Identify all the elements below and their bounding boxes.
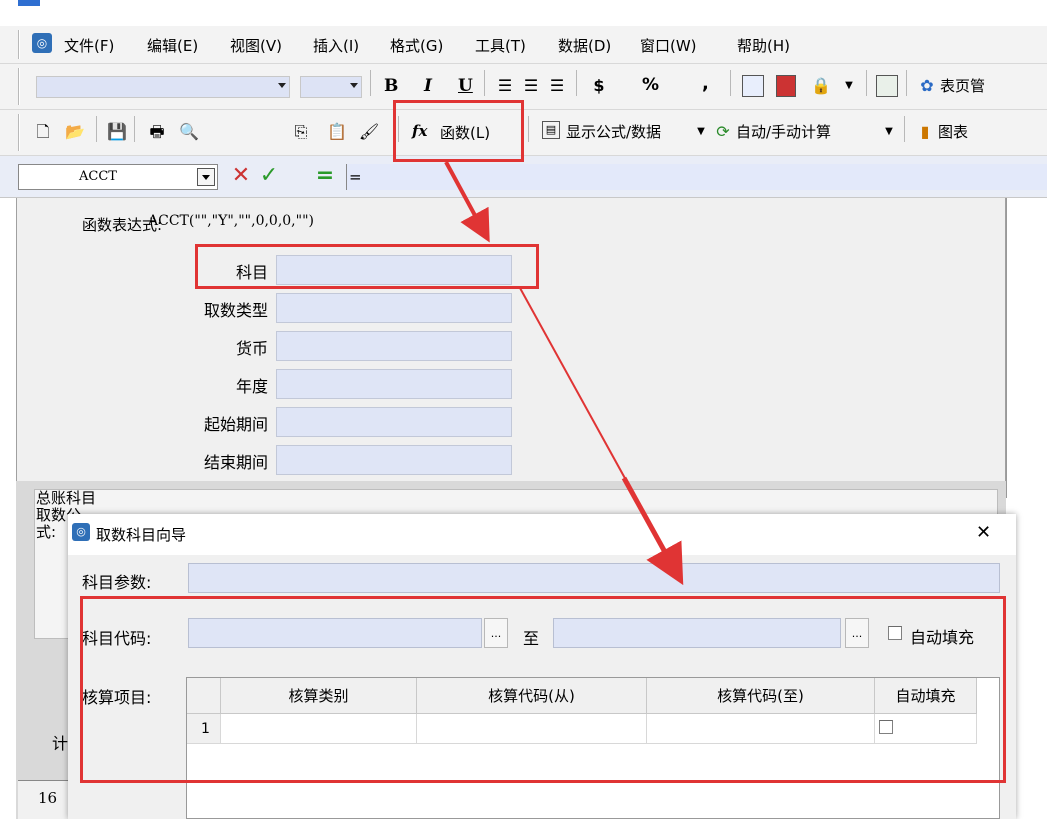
annotation-arrows	[444, 161, 684, 586]
arrow-to-dialog	[621, 476, 684, 586]
arrow-to-subject-field	[444, 161, 490, 243]
